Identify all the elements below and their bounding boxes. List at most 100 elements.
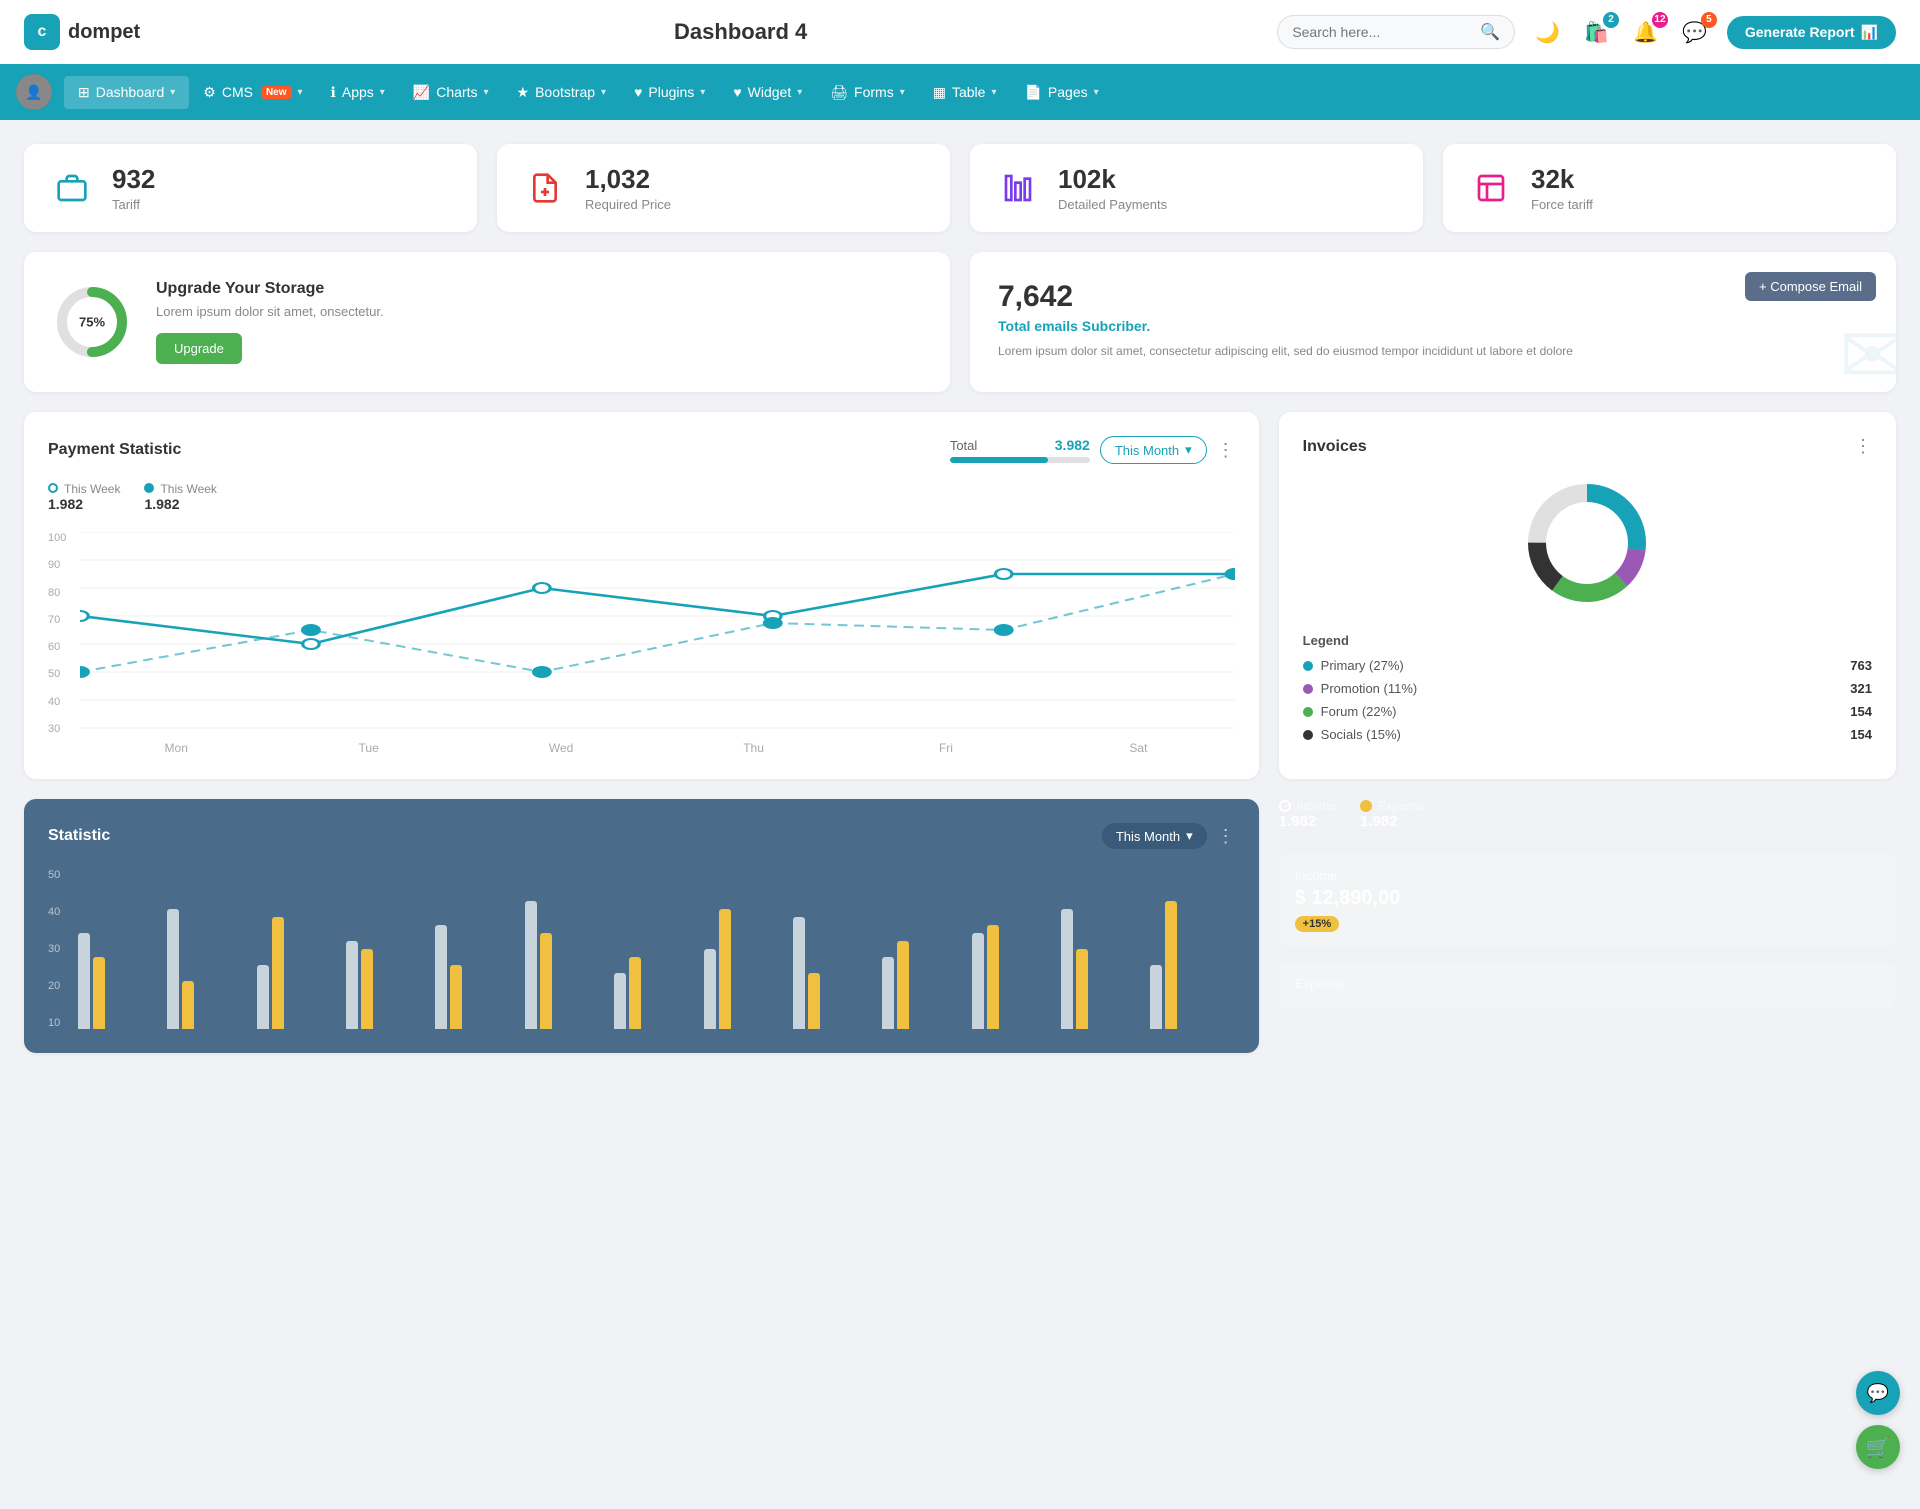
chart-icon: 📊 <box>1861 24 1878 41</box>
nav-item-pages[interactable]: 📄 Pages ▾ <box>1010 76 1112 109</box>
stat-card-payments: 102k Detailed Payments <box>970 144 1423 232</box>
invoices-title: Invoices <box>1303 438 1367 456</box>
main-content: 932 Tariff 1,032 Required Price 102k Det… <box>0 120 1920 1077</box>
income-box: Income $ 12,890,00 +15% <box>1279 854 1896 946</box>
header: c dompet Dashboard 4 🔍 🌙 🛍️ 2 🔔 12 💬 5 G… <box>0 0 1920 64</box>
legend-item-0: This Week 1.982 <box>48 480 120 512</box>
nav-item-plugins[interactable]: ♥ Plugins ▾ <box>620 76 719 108</box>
chevron-down-icon: ▾ <box>380 87 385 98</box>
cart-icon[interactable]: 🛍️ 2 <box>1580 16 1613 49</box>
chevron-down-icon: ▾ <box>170 87 175 98</box>
table-icon: ▦ <box>933 84 946 101</box>
search-icon[interactable]: 🔍 <box>1480 22 1500 42</box>
primary-dot <box>1303 661 1313 671</box>
storage-donut: 75% <box>52 282 132 362</box>
bar-group-2 <box>257 917 341 1029</box>
forum-dot <box>1303 707 1313 717</box>
chevron-down-icon: ▾ <box>298 87 303 98</box>
nav-item-bootstrap[interactable]: ★ Bootstrap ▾ <box>503 76 621 109</box>
payment-statistic-card: Payment Statistic Total 3.982 This Month <box>24 412 1259 779</box>
invoice-legend-promotion: Promotion (11%) 321 <box>1303 681 1872 696</box>
promotion-dot <box>1303 684 1313 694</box>
stat-label-price: Required Price <box>585 197 671 212</box>
socials-dot <box>1303 730 1313 740</box>
search-box[interactable]: 🔍 <box>1277 15 1515 49</box>
bar-group-0 <box>78 933 162 1029</box>
stat-card-tariff: 932 Tariff <box>24 144 477 232</box>
bar-chart-bars <box>78 869 1235 1029</box>
invoice-legend-socials: Socials (15%) 154 <box>1303 727 1872 742</box>
stat-value-price: 1,032 <box>585 164 671 195</box>
more-options-icon[interactable]: ⋮ <box>1217 440 1235 461</box>
progress-fill <box>950 457 1048 463</box>
expense-circle <box>1360 800 1372 812</box>
print-icon: 🖨 <box>830 84 848 101</box>
compose-email-button[interactable]: + Compose Email <box>1745 272 1876 301</box>
generate-report-button[interactable]: Generate Report 📊 <box>1727 16 1896 49</box>
expense-box-title: Expense <box>1295 976 1880 991</box>
bar-group-6 <box>614 957 698 1029</box>
income-item: Income 1.982 <box>1279 799 1336 830</box>
bar-group-10 <box>972 925 1056 1029</box>
bar-chart-icon: 📈 <box>413 84 430 101</box>
statistic-header: Statistic This Month ▾ ⋮ <box>48 823 1235 849</box>
stat-value-tariff: 932 <box>112 164 155 195</box>
nav-item-charts[interactable]: 📈 Charts ▾ <box>399 76 503 109</box>
nav-item-widget[interactable]: ♥ Widget ▾ <box>719 76 816 108</box>
expense-item: Expense 1.982 <box>1360 799 1425 830</box>
nav-item-apps[interactable]: ℹ Apps ▾ <box>317 76 399 109</box>
bottom-grid: Statistic This Month ▾ ⋮ 50 40 30 20 10 <box>24 799 1896 1053</box>
upgrade-button[interactable]: Upgrade <box>156 333 242 364</box>
bar-group-11 <box>1061 909 1145 1029</box>
fab-chat-button[interactable]: 💬 <box>1856 1371 1900 1415</box>
email-bg-icon: ✉ <box>1839 309 1896 392</box>
email-subtitle: Total emails Subcriber. <box>998 318 1868 334</box>
notification-icon[interactable]: 🔔 12 <box>1629 16 1662 49</box>
search-input[interactable] <box>1292 24 1472 40</box>
expense-box: Expense <box>1279 962 1896 1009</box>
nav-item-dashboard[interactable]: ⊞ Dashboard ▾ <box>64 76 189 109</box>
heart-icon: ♥ <box>634 84 642 100</box>
income-circle <box>1279 800 1291 812</box>
grid-icon: ⊞ <box>78 84 90 101</box>
total-label: Total <box>950 438 977 453</box>
nav-item-table[interactable]: ▦ Table ▾ <box>919 76 1011 109</box>
nav-item-forms[interactable]: 🖨 Forms ▾ <box>816 76 918 109</box>
invoices-more-icon[interactable]: ⋮ <box>1854 436 1872 457</box>
stat-label-force: Force tariff <box>1531 197 1593 212</box>
message-icon[interactable]: 💬 5 <box>1678 16 1711 49</box>
storage-card: 75% Upgrade Your Storage Lorem ipsum dol… <box>24 252 950 392</box>
stat-label-tariff: Tariff <box>112 197 155 212</box>
invoice-legend-forum: Forum (22%) 154 <box>1303 704 1872 719</box>
statistic-this-month-button[interactable]: This Month ▾ <box>1102 823 1207 849</box>
chevron-down-icon: ▾ <box>900 87 905 98</box>
chevron-down-icon: ▾ <box>700 87 705 98</box>
statistic-section: Statistic This Month ▾ ⋮ 50 40 30 20 10 <box>24 799 1259 1053</box>
moon-icon[interactable]: 🌙 <box>1531 16 1564 49</box>
fab-cart-button[interactable]: 🛒 <box>1856 1425 1900 1469</box>
email-card: 7,642 Total emails Subcriber. Lorem ipsu… <box>970 252 1896 392</box>
stat-value-payments: 102k <box>1058 164 1167 195</box>
email-count: 7,642 <box>998 280 1868 314</box>
this-month-button[interactable]: This Month ▾ <box>1100 436 1207 464</box>
storage-percent: 75% <box>79 315 105 330</box>
income-percent: +15% <box>1295 916 1339 932</box>
income-box-title: Income <box>1295 868 1880 883</box>
chart-header: Payment Statistic Total 3.982 This Month <box>48 436 1235 464</box>
header-right: 🔍 🌙 🛍️ 2 🔔 12 💬 5 Generate Report 📊 <box>1277 15 1896 49</box>
chevron-down-icon: ▾ <box>1186 828 1193 844</box>
info-icon: ℹ <box>331 84 336 101</box>
stat-card-force: 32k Force tariff <box>1443 144 1896 232</box>
invoice-legend-primary: Primary (27%) 763 <box>1303 658 1872 673</box>
logo-area: c dompet <box>24 14 204 50</box>
chevron-down-icon: ▾ <box>1185 442 1192 458</box>
logo-text: dompet <box>68 21 140 44</box>
star-icon: ★ <box>517 84 530 101</box>
storage-title: Upgrade Your Storage <box>156 280 384 298</box>
statistic-title: Statistic <box>48 827 110 845</box>
legend-dot-1 <box>144 483 154 493</box>
avatar: 👤 <box>16 74 52 110</box>
nav-item-cms[interactable]: ⚙ CMS New ▾ <box>189 76 316 109</box>
chevron-down-icon: ▾ <box>601 87 606 98</box>
statistic-more-icon[interactable]: ⋮ <box>1217 826 1235 847</box>
